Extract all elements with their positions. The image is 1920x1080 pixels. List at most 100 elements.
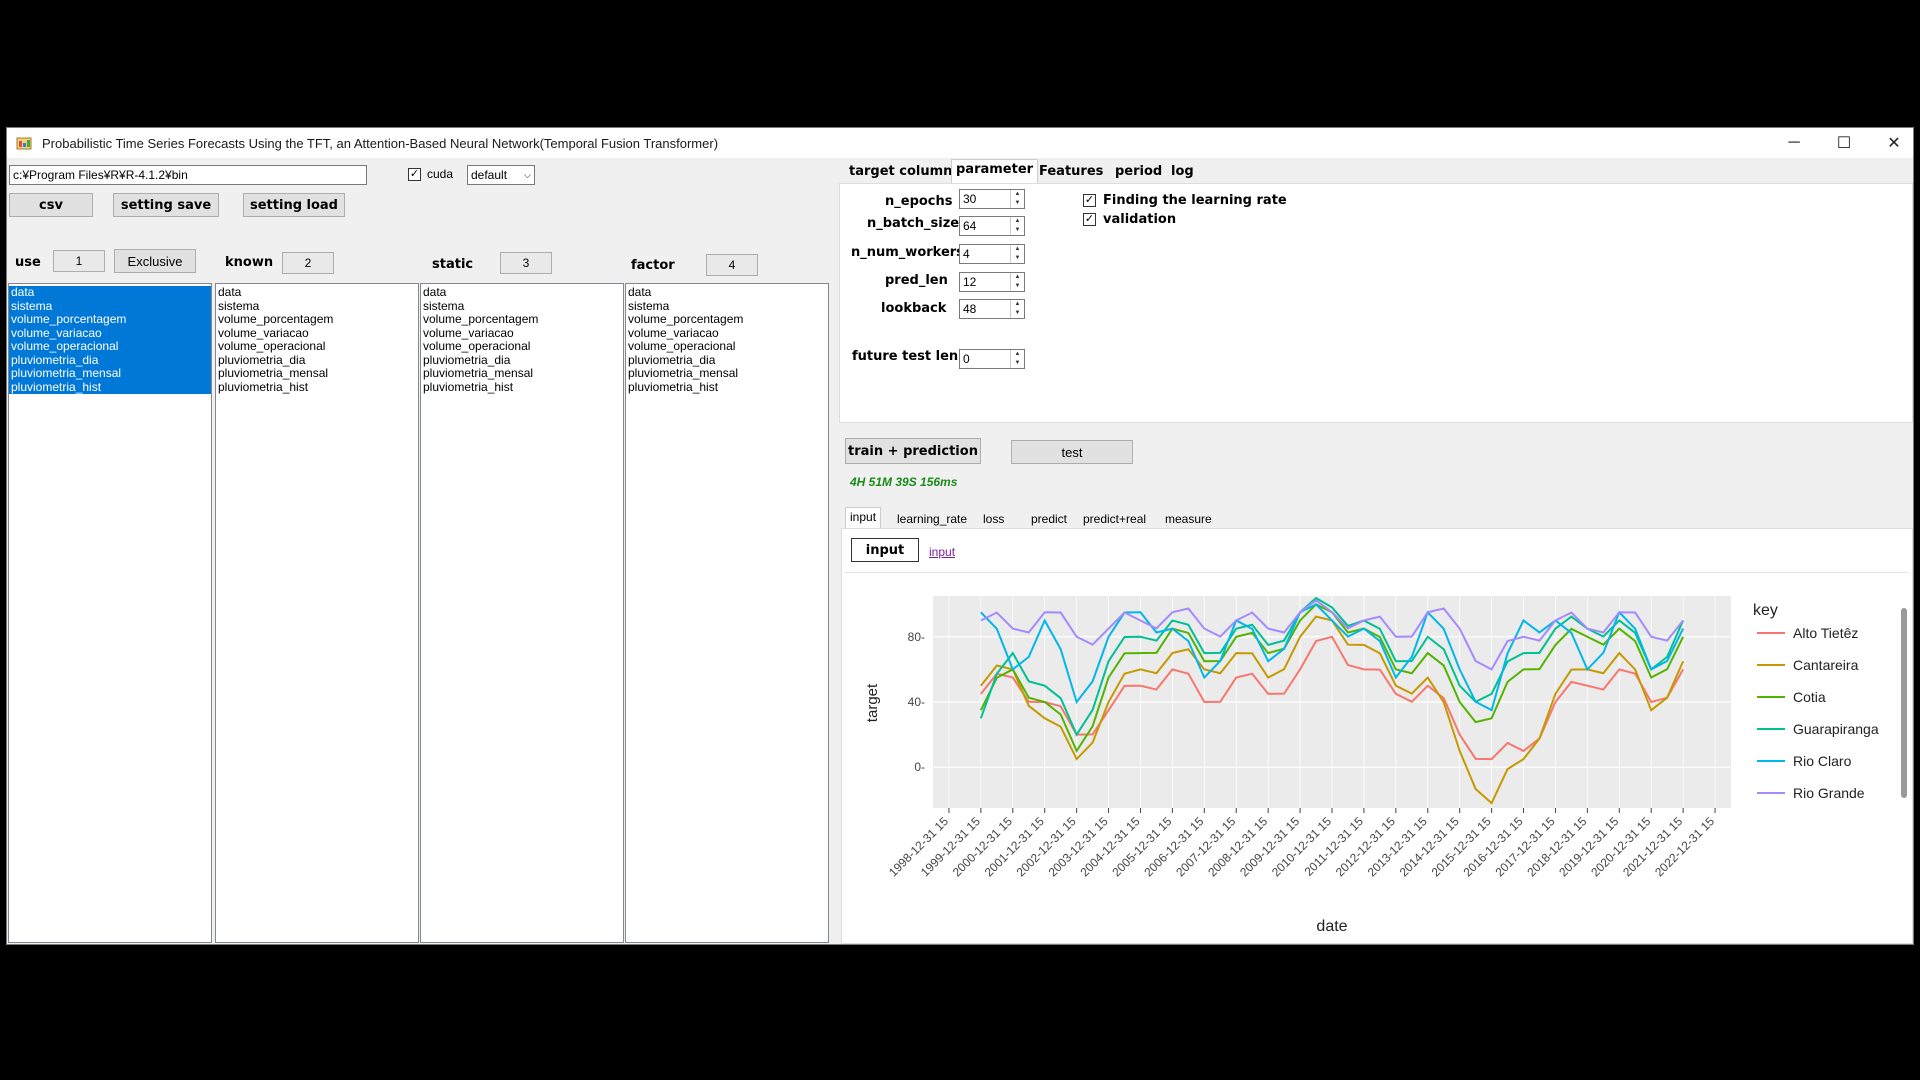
train-prediction-button[interactable]: train + prediction <box>845 438 981 464</box>
lookback-spinner[interactable]: 48 ▲ ▼ <box>959 299 1025 319</box>
chevron-down-icon: ⌵ <box>524 169 531 180</box>
factor-badge[interactable]: 4 <box>706 254 758 276</box>
legend-label: Cantareira <box>1793 657 1859 673</box>
list-item[interactable]: pluviometria_hist <box>216 380 418 395</box>
spinner-arrows-icon[interactable]: ▲ ▼ <box>1010 190 1024 208</box>
tab-input[interactable]: input <box>845 507 882 529</box>
list-item[interactable]: data <box>216 285 418 300</box>
maximize-button[interactable]: ☐ <box>1819 128 1869 158</box>
list-item[interactable]: data <box>626 285 828 300</box>
tab-parameter[interactable]: parameter <box>951 159 1039 183</box>
list-item[interactable]: sistema <box>9 299 211 313</box>
pred-len-label: pred_len <box>885 273 948 288</box>
setting-save-button[interactable]: setting save <box>113 193 219 217</box>
tab-measure[interactable]: measure <box>1161 510 1216 528</box>
input-link[interactable]: input <box>929 545 955 559</box>
n-num-workers-spinner[interactable]: 4 ▲ ▼ <box>959 244 1025 264</box>
factor-listbox[interactable]: data sistema volume_porcentagem volume_v… <box>625 283 829 943</box>
use-label: use <box>15 255 41 270</box>
list-item[interactable]: sistema <box>216 299 418 314</box>
elapsed-time: 4H 51M 39S 156ms <box>850 475 958 489</box>
spinner-arrows-icon[interactable]: ▲ ▼ <box>1010 245 1024 263</box>
list-item[interactable]: volume_operacional <box>626 339 828 354</box>
list-item[interactable]: pluviometria_mensal <box>216 366 418 381</box>
list-item[interactable]: pluviometria_dia <box>216 353 418 368</box>
list-item[interactable]: sistema <box>626 299 828 314</box>
tab-target-column[interactable]: target column <box>845 162 956 181</box>
list-item[interactable]: sistema <box>421 299 623 314</box>
list-item[interactable]: volume_variacao <box>9 326 211 340</box>
tab-learning-rate[interactable]: learning_rate <box>893 510 971 528</box>
list-item[interactable]: volume_operacional <box>421 339 623 354</box>
tab-predict-real[interactable]: predict+real <box>1079 510 1150 528</box>
setting-load-button[interactable]: setting load <box>243 193 345 217</box>
known-listbox[interactable]: data sistema volume_porcentagem volume_v… <box>215 283 419 943</box>
lookback-value: 48 <box>963 302 977 316</box>
finding-lr-label: Finding the learning rate <box>1103 193 1287 208</box>
pred-len-spinner[interactable]: 12 ▲ ▼ <box>959 272 1025 292</box>
input-button[interactable]: input <box>851 538 919 562</box>
window-title: Probabilistic Time Series Forecasts Usin… <box>42 136 719 151</box>
tab-period[interactable]: period <box>1111 162 1166 181</box>
close-button[interactable]: ✕ <box>1869 128 1919 158</box>
validation-checkbox[interactable]: ✓ <box>1083 213 1096 226</box>
exclusive-button[interactable]: Exclusive <box>114 249 196 273</box>
list-item[interactable]: data <box>9 285 211 300</box>
static-label: static <box>432 257 474 272</box>
list-item[interactable]: pluviometria_hist <box>626 380 828 395</box>
use-badge[interactable]: 1 <box>53 250 105 272</box>
n-epochs-spinner[interactable]: 30 ▲ ▼ <box>959 189 1025 209</box>
list-item[interactable]: pluviometria_mensal <box>626 366 828 381</box>
csv-button[interactable]: csv <box>9 193 93 217</box>
list-item[interactable]: volume_operacional <box>9 339 211 354</box>
static-listbox[interactable]: data sistema volume_porcentagem volume_v… <box>420 283 624 943</box>
spinner-arrows-icon[interactable]: ▲ ▼ <box>1010 300 1024 318</box>
n-batch-size-value: 64 <box>963 219 977 233</box>
list-item[interactable]: pluviometria_dia <box>626 353 828 368</box>
known-badge[interactable]: 2 <box>282 252 334 274</box>
scrollbar[interactable] <box>1901 608 1907 798</box>
list-item[interactable]: pluviometria_mensal <box>9 366 211 381</box>
finding-lr-checkbox[interactable]: ✓ <box>1083 194 1096 207</box>
list-item[interactable]: volume_variacao <box>626 326 828 341</box>
app-window: Probabilistic Time Series Forecasts Usin… <box>6 127 1914 945</box>
tab-loss[interactable]: loss <box>979 510 1008 528</box>
cuda-checkbox[interactable]: ✓ <box>408 168 421 181</box>
list-item[interactable]: pluviometria_hist <box>421 380 623 395</box>
list-item[interactable]: pluviometria_dia <box>421 353 623 368</box>
divider <box>845 572 1909 573</box>
list-item[interactable]: volume_operacional <box>216 339 418 354</box>
lookback-label: lookback <box>881 301 947 316</box>
x-axis: 1998-12-31 151999-12-31 152000-12-31 152… <box>886 808 1717 879</box>
list-item[interactable]: volume_porcentagem <box>216 312 418 327</box>
tab-features[interactable]: Features <box>1035 162 1107 181</box>
list-item[interactable]: pluviometria_dia <box>9 353 211 367</box>
spinner-arrows-icon[interactable]: ▲ ▼ <box>1010 273 1024 291</box>
list-item[interactable]: volume_porcentagem <box>9 312 211 327</box>
list-item[interactable]: pluviometria_hist <box>9 380 211 394</box>
list-item[interactable]: volume_variacao <box>216 326 418 341</box>
n-epochs-value: 30 <box>963 192 977 206</box>
static-badge[interactable]: 3 <box>500 252 552 274</box>
future-test-len-spinner[interactable]: 0 ▲ ▼ <box>959 349 1025 369</box>
future-test-len-value: 0 <box>963 352 970 366</box>
n-batch-size-spinner[interactable]: 64 ▲ ▼ <box>959 216 1025 236</box>
app-icon <box>16 137 32 150</box>
tab-predict[interactable]: predict <box>1027 510 1071 528</box>
device-select[interactable]: default ⌵ <box>467 165 535 185</box>
list-item[interactable]: volume_porcentagem <box>626 312 828 327</box>
use-listbox[interactable]: data sistema volume_porcentagem volume_v… <box>8 283 212 943</box>
n-num-workers-label: n_num_workers <box>851 245 964 260</box>
list-item[interactable]: pluviometria_mensal <box>421 366 623 381</box>
device-select-value: default <box>471 168 508 182</box>
list-item[interactable]: volume_variacao <box>421 326 623 341</box>
pred-len-value: 12 <box>963 275 977 289</box>
r-path-input[interactable]: c:¥Program Files¥R¥R-4.1.2¥bin <box>9 165 367 185</box>
spinner-arrows-icon[interactable]: ▲ ▼ <box>1010 350 1024 368</box>
list-item[interactable]: data <box>421 285 623 300</box>
minimize-button[interactable]: ─ <box>1769 128 1819 158</box>
test-button[interactable]: test <box>1011 440 1133 464</box>
spinner-arrows-icon[interactable]: ▲ ▼ <box>1010 217 1024 235</box>
list-item[interactable]: volume_porcentagem <box>421 312 623 327</box>
tab-log[interactable]: log <box>1167 162 1198 181</box>
